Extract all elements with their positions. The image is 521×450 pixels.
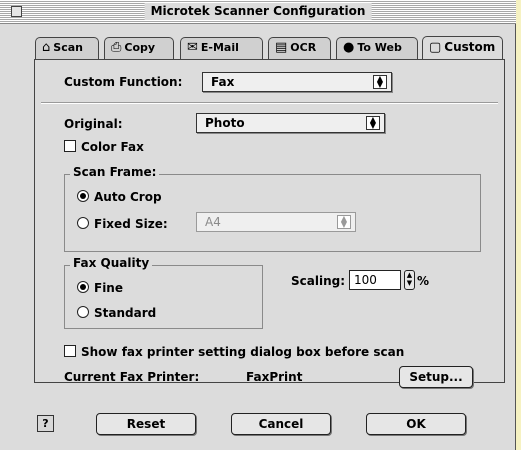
window-title: Microtek Scanner Configuration — [144, 3, 372, 20]
auto-crop-label: Auto Crop — [94, 190, 162, 204]
fax-quality-title: Fax Quality — [70, 256, 153, 270]
custom-function-popup[interactable]: Fax ▲ ▼ — [202, 72, 392, 92]
fine-radio[interactable]: Fine — [77, 281, 123, 295]
custom-function-label: Custom Function: — [64, 75, 183, 89]
fixed-size-popup[interactable]: A4 ▲ ▼ — [196, 212, 356, 232]
radio-selected-icon — [77, 281, 89, 293]
tab-email[interactable]: ✉ E-Mail — [180, 37, 263, 59]
original-popup[interactable]: Photo ▲ ▼ — [196, 113, 385, 133]
mail-icon: ✉ — [187, 40, 198, 55]
scan-icon: ⌂ — [42, 40, 51, 55]
tab-to-web[interactable]: ● To Web — [336, 37, 418, 59]
setup-button[interactable]: Setup... — [399, 366, 473, 388]
original-value: Photo — [205, 116, 245, 130]
radio-selected-icon — [77, 190, 89, 202]
help-icon[interactable]: ? — [37, 415, 54, 432]
close-box[interactable] — [11, 6, 22, 17]
tab-label: To Web — [357, 41, 402, 54]
radio-icon — [77, 306, 89, 318]
checkbox-icon — [64, 140, 76, 152]
separator — [41, 102, 498, 104]
custom-function-value: Fax — [211, 75, 235, 89]
custom-icon: ▢ — [429, 40, 442, 55]
scaling-label: Scaling: — [291, 274, 346, 288]
standard-radio[interactable]: Standard — [77, 306, 156, 320]
show-dialog-checkbox[interactable]: Show fax printer setting dialog box befo… — [64, 345, 404, 359]
standard-label: Standard — [94, 306, 157, 320]
cancel-button[interactable]: Cancel — [231, 413, 331, 435]
configuration-window: Microtek Scanner Configuration ⌂ Scan ⎙ Co… — [0, 0, 516, 450]
auto-crop-radio[interactable]: Auto Crop — [77, 190, 162, 204]
popup-arrows-icon: ▲ ▼ — [366, 116, 380, 130]
tab-label: Custom — [444, 40, 496, 54]
tab-copy[interactable]: ⎙ Copy — [104, 37, 174, 59]
scaling-stepper[interactable]: ▲ ▼ — [404, 270, 415, 290]
custom-tab-panel: Custom Function: Fax ▲ ▼ Original: Photo … — [34, 59, 505, 388]
tab-scan[interactable]: ⌂ Scan — [35, 37, 99, 59]
fine-label: Fine — [94, 281, 123, 295]
globe-icon: ● — [343, 40, 355, 55]
reset-button[interactable]: Reset — [96, 413, 196, 435]
current-printer-label: Current Fax Printer: — [64, 370, 200, 384]
scaling-input[interactable]: 100 — [349, 270, 401, 290]
scan-frame-title: Scan Frame: — [70, 165, 160, 179]
ok-button[interactable]: OK — [366, 413, 466, 435]
title-bar[interactable]: Microtek Scanner Configuration — [0, 0, 516, 24]
color-fax-checkbox[interactable]: Color Fax — [64, 140, 144, 154]
tab-label: Copy — [124, 41, 156, 54]
popup-arrows-icon: ▲ ▼ — [373, 75, 387, 89]
tab-label: OCR — [290, 41, 317, 54]
tab-ocr[interactable]: ▤ OCR — [268, 37, 331, 59]
color-fax-label: Color Fax — [81, 140, 144, 154]
fixed-size-radio[interactable]: Fixed Size: — [77, 217, 168, 231]
original-label: Original: — [64, 117, 123, 131]
current-printer-value: FaxPrint — [246, 370, 303, 384]
fixed-size-value: A4 — [205, 215, 221, 229]
tab-custom[interactable]: ▢ Custom — [422, 36, 503, 59]
radio-icon — [77, 217, 89, 229]
ocr-icon: ▤ — [275, 40, 288, 55]
printer-icon: ⎙ — [111, 40, 122, 55]
tab-label: E-Mail — [200, 41, 239, 54]
popup-arrows-icon: ▲ ▼ — [337, 215, 351, 229]
show-dialog-label: Show fax printer setting dialog box befo… — [81, 345, 405, 359]
scaling-unit: % — [417, 274, 430, 288]
fixed-size-label: Fixed Size: — [94, 217, 168, 231]
checkbox-icon — [64, 345, 76, 357]
tab-label: Scan — [53, 41, 83, 54]
